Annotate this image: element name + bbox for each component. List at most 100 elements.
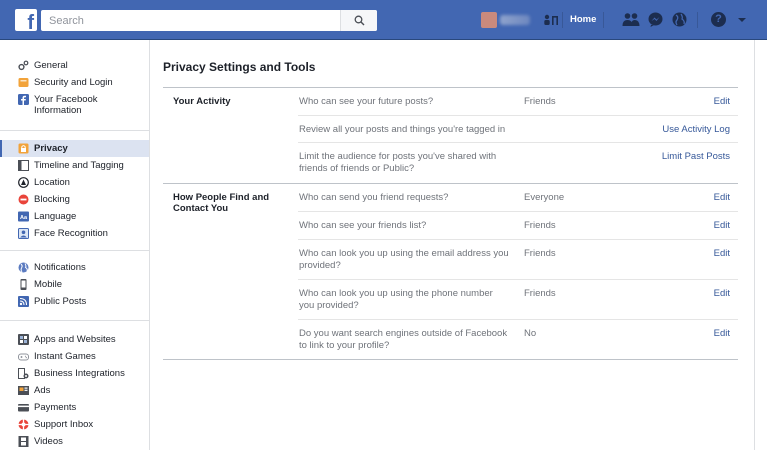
sidebar-item-label: Payments: [34, 402, 77, 413]
setting-question: Who can look you up using the phone numb…: [299, 288, 493, 311]
sidebar-group-notifications: Notifications Mobile Public Posts: [0, 251, 149, 321]
row-divider: [298, 211, 738, 212]
sidebar-item-label: Apps and Websites: [34, 334, 116, 345]
sidebar-item-label: General: [34, 60, 68, 71]
badge-icon: [18, 77, 29, 88]
search-input[interactable]: [41, 10, 341, 31]
sidebar-item-videos[interactable]: Videos: [0, 433, 149, 450]
sidebar-item-label: Videos: [34, 436, 63, 447]
setting-question: Who can send you friend requests?: [299, 192, 449, 203]
friend-requests-icon[interactable]: [622, 12, 640, 27]
sidebar-item-timeline-and-tagging[interactable]: Timeline and Tagging: [0, 157, 149, 174]
sidebar-item-label: Blocking: [34, 194, 70, 205]
sidebar-item-security-and-login[interactable]: Security and Login: [0, 74, 149, 91]
sidebar-item-apps-and-websites[interactable]: Apps and Websites: [0, 331, 149, 348]
facebook-logo-icon[interactable]: f: [15, 9, 37, 33]
setting-question: Who can see your future posts?: [299, 96, 434, 107]
sidebar-item-label: Ads: [34, 385, 51, 396]
sidebar-item-instant-games[interactable]: Instant Games: [0, 348, 149, 365]
edit-link[interactable]: Edit: [714, 192, 730, 203]
facebook-icon: [18, 94, 29, 105]
activity-log-link[interactable]: Use Activity Log: [662, 124, 730, 135]
ads-icon: [18, 385, 29, 396]
sidebar-item-blocking[interactable]: Blocking: [0, 191, 149, 208]
sidebar-item-label: Language: [34, 211, 77, 222]
sidebar-item-label: Business Integrations: [34, 368, 125, 379]
sidebar-item-payments[interactable]: Payments: [0, 399, 149, 416]
gears-icon: [18, 60, 29, 71]
section-divider: [163, 183, 738, 184]
notifications-globe-icon[interactable]: [672, 12, 687, 27]
setting-value: Friends: [524, 288, 556, 299]
sidebar-item-label: Mobile: [34, 279, 62, 290]
search-button[interactable]: [340, 10, 377, 31]
sidebar-item-face-recognition[interactable]: Face Recognition: [0, 225, 149, 242]
language-icon: Aa: [18, 211, 29, 222]
edit-link[interactable]: Edit: [714, 328, 730, 339]
face-icon: [18, 228, 29, 239]
help-icon[interactable]: ?: [711, 12, 726, 27]
sidebar-item-label: Face Recognition: [34, 228, 108, 239]
setting-value: Everyone: [524, 192, 565, 203]
lock-icon: [18, 143, 29, 154]
edit-link[interactable]: Edit: [714, 220, 730, 231]
sidebar-group-account: General Security and Login Your Facebook…: [0, 40, 149, 131]
find-friends-icon[interactable]: [543, 13, 559, 27]
setting-question: Who can see your friends list?: [299, 220, 427, 231]
account-menu-caret-icon[interactable]: [738, 18, 746, 22]
sidebar-item-ads[interactable]: Ads: [0, 382, 149, 399]
page-title: Privacy Settings and Tools: [163, 60, 316, 74]
sidebar-item-label: Notifications: [34, 262, 86, 273]
blocking-icon: [18, 194, 29, 205]
content-border: [754, 40, 755, 450]
setting-question: Limit the audience for posts you've shar…: [299, 151, 497, 174]
mobile-icon: [18, 279, 29, 290]
row-divider: [298, 319, 738, 320]
setting-value: Friends: [524, 96, 556, 107]
setting-value: No: [524, 328, 537, 339]
messenger-icon[interactable]: [648, 12, 663, 27]
location-icon: [18, 177, 29, 188]
business-icon: [18, 368, 29, 379]
sidebar-item-label: Your Facebook Information: [34, 94, 98, 116]
lifebuoy-icon: [18, 419, 29, 430]
edit-link[interactable]: Edit: [714, 248, 730, 259]
edit-link[interactable]: Edit: [714, 96, 730, 107]
sidebar-item-privacy[interactable]: Privacy: [0, 140, 149, 157]
sidebar-item-notifications[interactable]: Notifications: [0, 259, 149, 276]
profile-avatar[interactable]: [481, 12, 497, 28]
limit-past-posts-link[interactable]: Limit Past Posts: [662, 151, 730, 162]
home-link[interactable]: Home: [570, 14, 596, 25]
timeline-icon: [18, 160, 29, 171]
rss-icon: [18, 296, 29, 307]
top-navigation-bar: f Home ?: [0, 0, 767, 40]
section-title-how-people-find-and-contact-you: How People Find and Contact You: [173, 192, 270, 214]
sidebar-item-your-facebook-information[interactable]: Your Facebook Information: [0, 91, 149, 119]
card-icon: [18, 402, 29, 413]
settings-sidebar: General Security and Login Your Facebook…: [0, 40, 150, 450]
sidebar-item-label: Location: [34, 177, 70, 188]
topbar-divider: [562, 12, 563, 28]
row-divider: [298, 239, 738, 240]
setting-question: Do you want search engines outside of Fa…: [299, 328, 508, 351]
sidebar-item-general[interactable]: General: [0, 57, 149, 74]
profile-name-link[interactable]: [500, 15, 530, 25]
film-icon: [18, 436, 29, 447]
edit-link[interactable]: Edit: [714, 288, 730, 299]
section-divider: [163, 87, 738, 88]
setting-value: Friends: [524, 248, 556, 259]
setting-value: Friends: [524, 220, 556, 231]
sidebar-item-mobile[interactable]: Mobile: [0, 276, 149, 293]
globe-icon: [18, 262, 29, 273]
setting-question: Who can look you up using the email addr…: [299, 248, 509, 271]
sidebar-item-business-integrations[interactable]: Business Integrations: [0, 365, 149, 382]
sidebar-item-language[interactable]: Aa Language: [0, 208, 149, 225]
svg-text:Aa: Aa: [20, 215, 28, 221]
sidebar-item-location[interactable]: Location: [0, 174, 149, 191]
sidebar-item-support-inbox[interactable]: Support Inbox: [0, 416, 149, 433]
apps-icon: [18, 334, 29, 345]
row-divider: [298, 115, 738, 116]
sidebar-item-public-posts[interactable]: Public Posts: [0, 293, 149, 310]
sidebar-item-label: Public Posts: [34, 296, 87, 307]
row-divider: [298, 279, 738, 280]
